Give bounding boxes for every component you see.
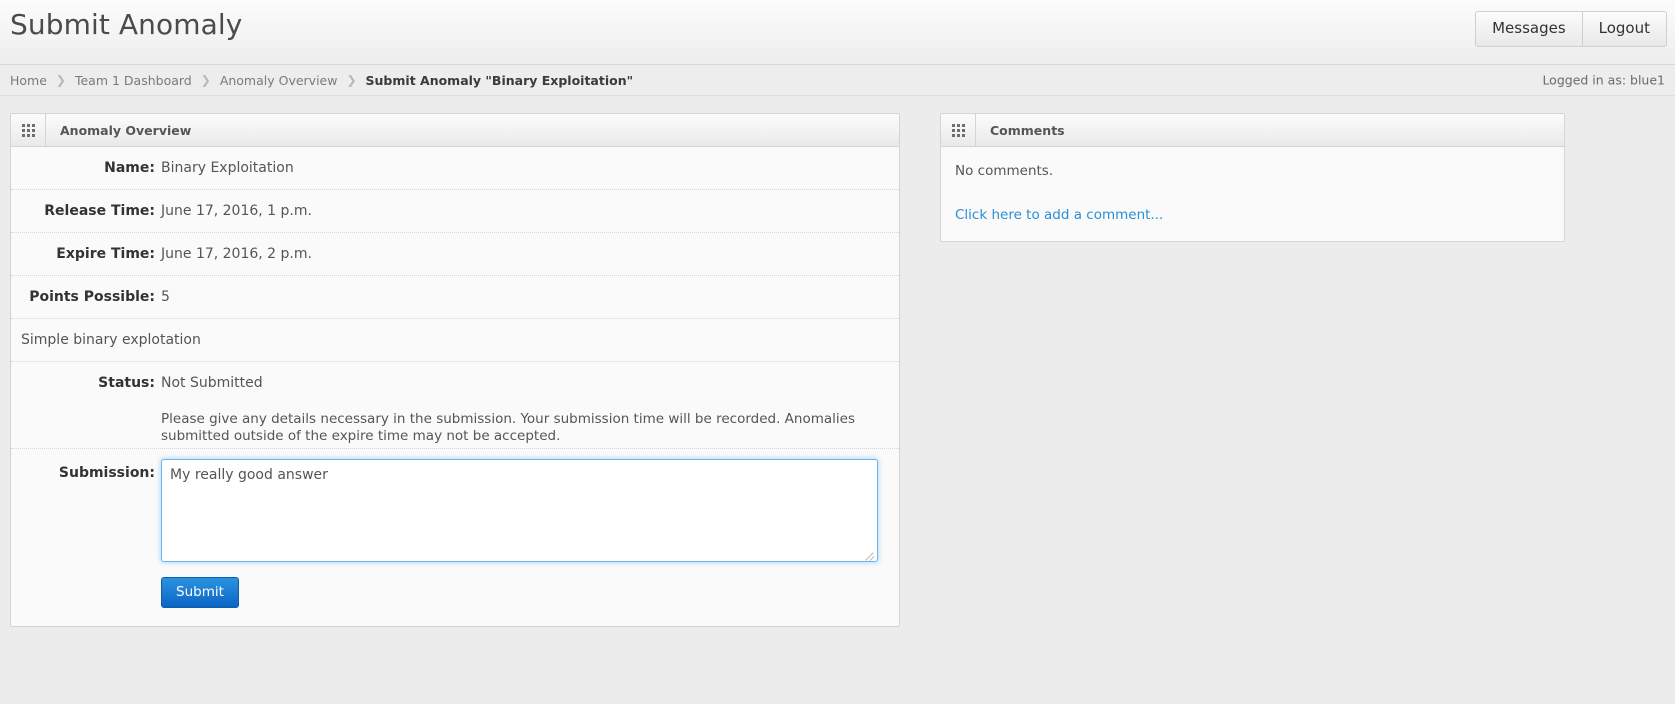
field-row-status: Status: Not Submitted Please give any de…	[11, 362, 899, 449]
submission-textarea-wrapper	[161, 458, 878, 562]
chevron-right-icon: ❯	[55, 73, 66, 87]
logout-button[interactable]: Logout	[1582, 11, 1667, 48]
field-label-name: Name:	[104, 160, 155, 176]
breadcrumb-item-team-dashboard[interactable]: Team 1 Dashboard	[75, 73, 192, 88]
chevron-right-icon: ❯	[200, 73, 211, 87]
comments-column: Comments No comments. Click here to add …	[940, 113, 1565, 242]
breadcrumb-item-home[interactable]: Home	[10, 73, 47, 88]
field-row-points-possible: Points Possible: 5	[11, 276, 899, 319]
anomaly-description: Simple binary explotation	[21, 332, 201, 348]
anomaly-panel-title: Anomaly Overview	[60, 122, 192, 138]
field-row-description: Simple binary explotation	[11, 319, 899, 362]
field-label-release-time: Release Time:	[44, 203, 155, 219]
grid-icon-glyph	[21, 123, 35, 137]
field-label-expire-time: Expire Time:	[56, 246, 155, 262]
anomaly-panel-header: Anomaly Overview	[11, 114, 899, 147]
logged-in-status: Logged in as: blue1	[1542, 72, 1665, 88]
field-row-expire-time: Expire Time: June 17, 2016, 2 p.m.	[11, 233, 899, 276]
grid-icon-glyph	[951, 123, 965, 137]
field-value-name: Binary Exploitation	[161, 160, 294, 176]
grid-icon[interactable]	[941, 114, 976, 146]
field-label-points-possible: Points Possible:	[29, 289, 155, 305]
field-row-release-time: Release Time: June 17, 2016, 1 p.m.	[11, 190, 899, 233]
comments-panel-title: Comments	[990, 122, 1065, 138]
submit-button[interactable]: Submit	[161, 576, 239, 609]
no-comments-message: No comments.	[955, 163, 1054, 179]
status-badge: Not Submitted	[161, 375, 263, 391]
breadcrumb-bar: Home ❯ Team 1 Dashboard ❯ Anomaly Overvi…	[0, 65, 1675, 96]
add-comment-link[interactable]: Click here to add a comment...	[955, 207, 1163, 223]
field-value-expire-time: June 17, 2016, 2 p.m.	[161, 246, 312, 262]
submission-row: Submission: Submit	[11, 449, 899, 627]
submission-field-group: Submit	[161, 458, 899, 609]
chevron-right-icon: ❯	[346, 73, 357, 87]
anomaly-overview-panel: Anomaly Overview Name: Binary Exploitati…	[10, 113, 900, 628]
field-row-name: Name: Binary Exploitation	[11, 147, 899, 190]
breadcrumb-item-anomaly-overview[interactable]: Anomaly Overview	[220, 73, 338, 88]
comments-panel-header: Comments	[941, 114, 1564, 147]
field-value-points-possible: 5	[161, 289, 170, 305]
submission-label: Submission:	[58, 464, 155, 481]
page-title: Submit Anomaly	[10, 8, 243, 41]
submission-textarea[interactable]	[161, 458, 878, 562]
comments-panel: Comments No comments. Click here to add …	[940, 113, 1565, 242]
breadcrumb-item-current: Submit Anomaly "Binary Exploitation"	[365, 72, 634, 88]
header-actions: Messages Logout	[1475, 11, 1667, 48]
anomaly-column: Anomaly Overview Name: Binary Exploitati…	[10, 113, 900, 628]
comments-body: No comments. Click here to add a comment…	[941, 147, 1564, 241]
field-value-release-time: June 17, 2016, 1 p.m.	[161, 203, 312, 219]
grid-icon[interactable]	[11, 114, 46, 146]
breadcrumb: Home ❯ Team 1 Dashboard ❯ Anomaly Overvi…	[10, 73, 633, 88]
app-header: Submit Anomaly Messages Logout	[0, 0, 1675, 65]
messages-button[interactable]: Messages	[1475, 11, 1583, 48]
field-label-status: Status:	[98, 375, 155, 391]
page-content: Anomaly Overview Name: Binary Exploitati…	[0, 96, 1675, 628]
submission-help-text: Please give any details necessary in the…	[161, 411, 855, 445]
